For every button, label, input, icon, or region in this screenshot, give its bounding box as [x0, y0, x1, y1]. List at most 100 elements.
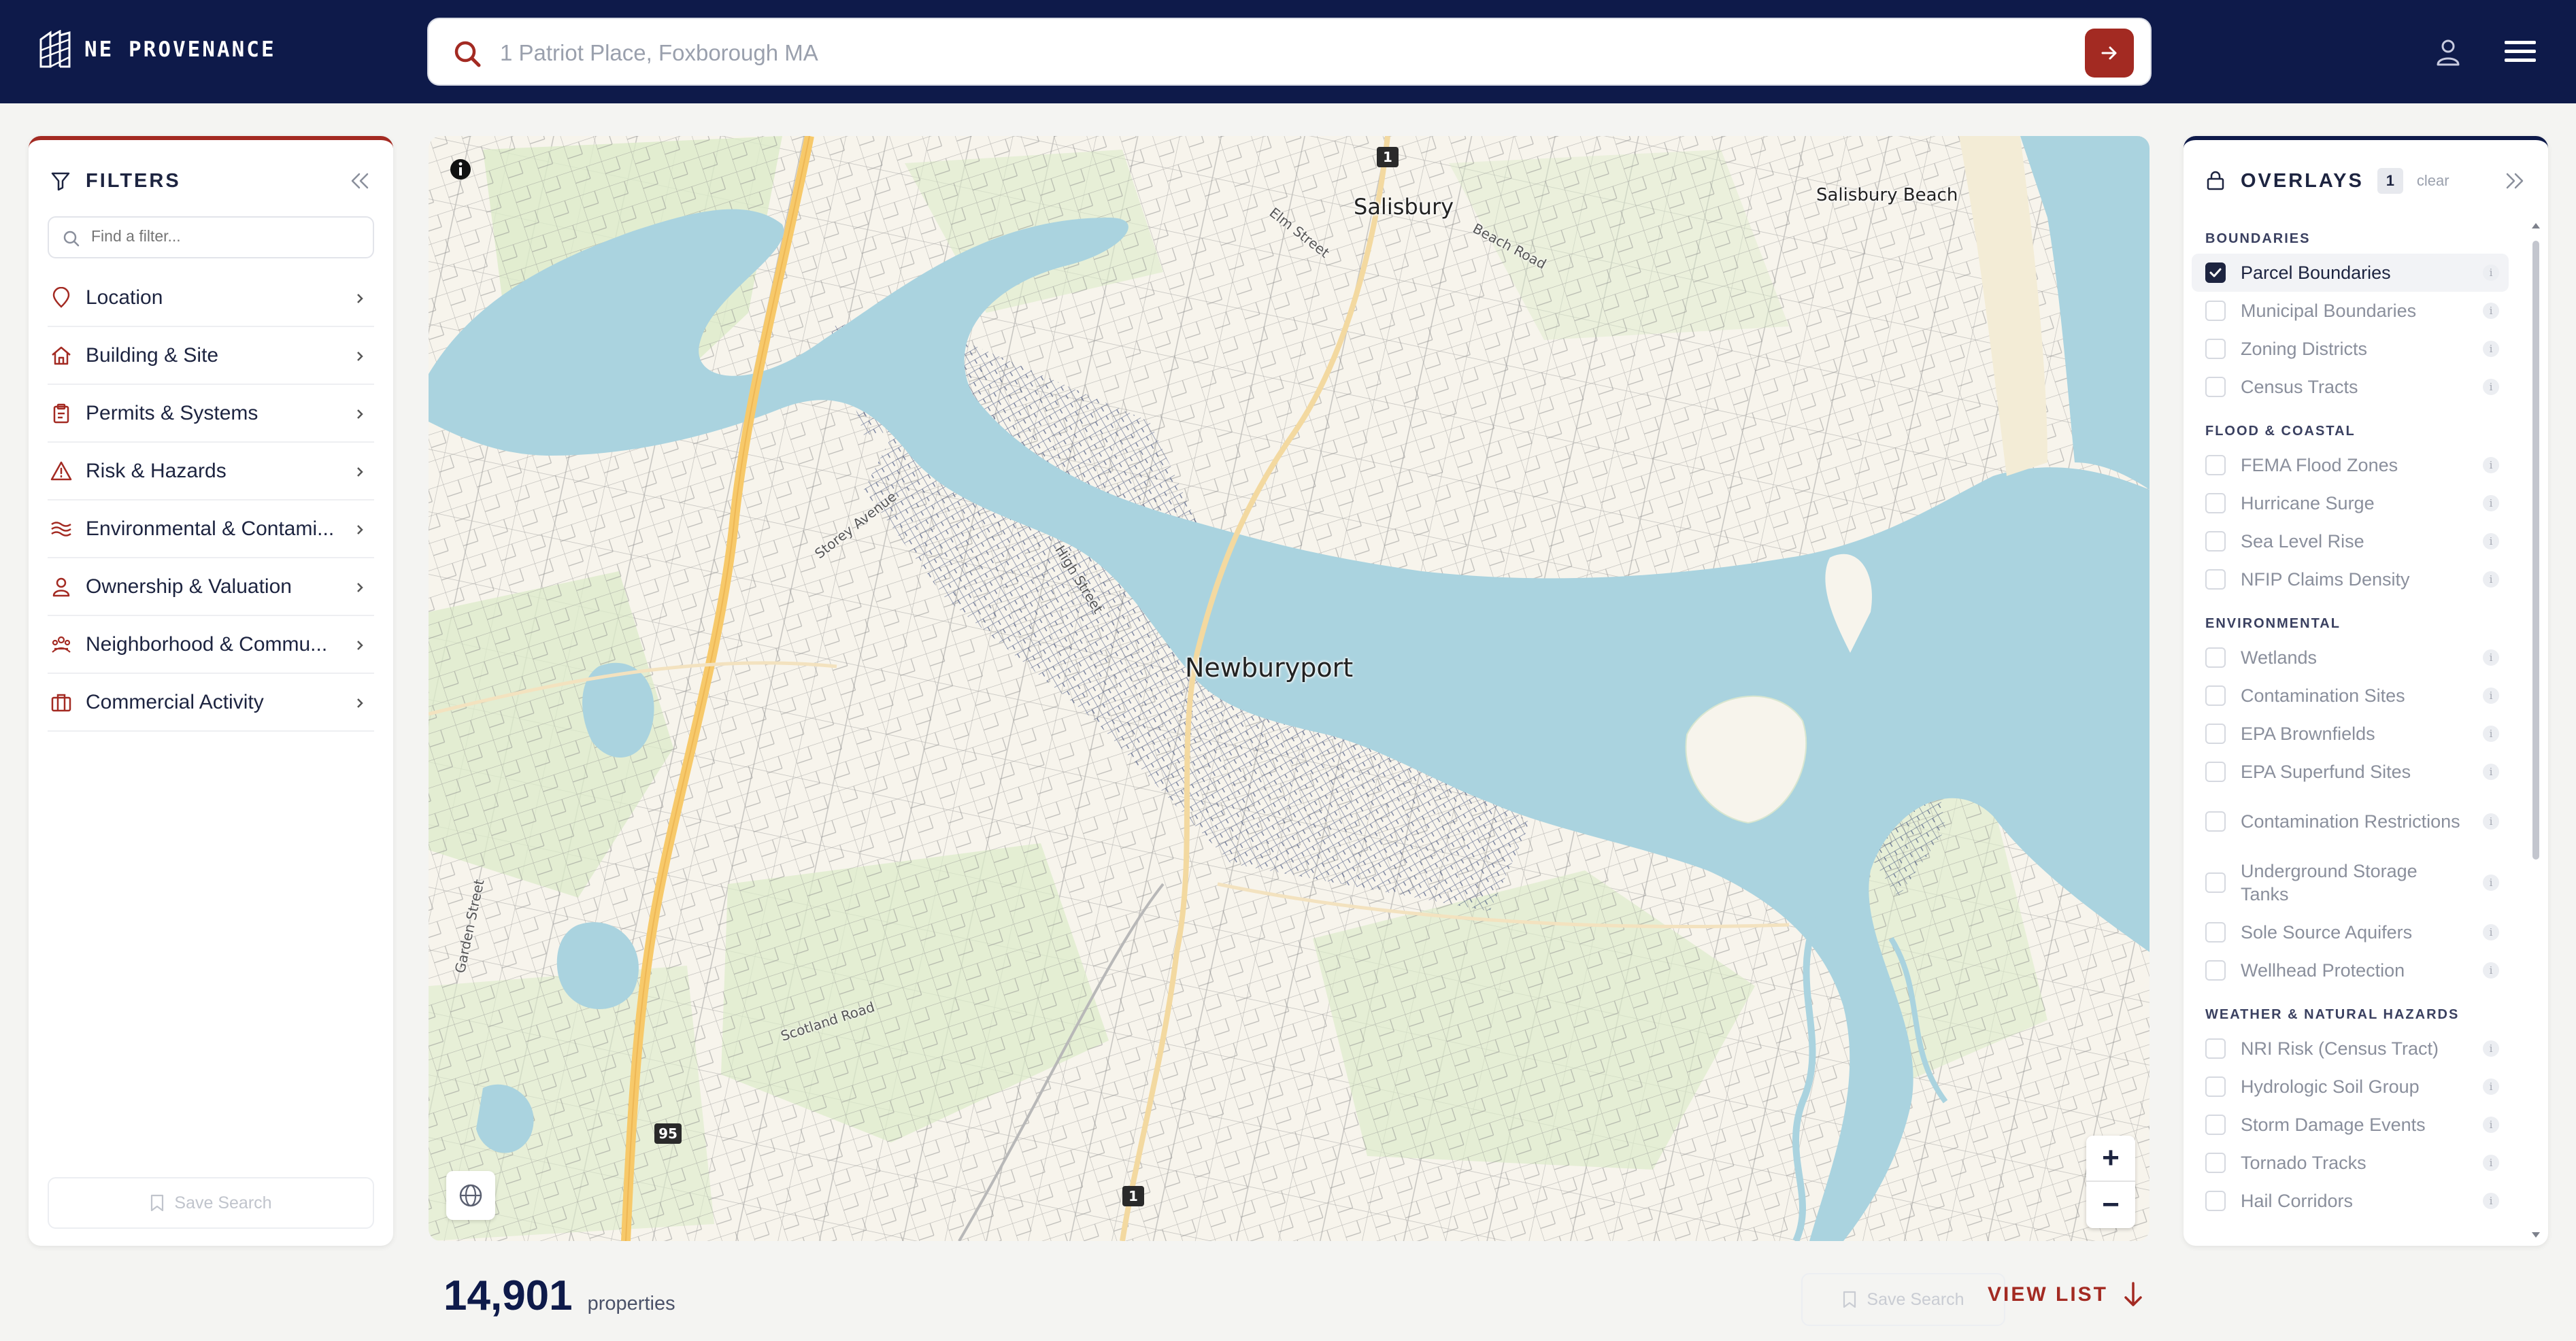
overlay-checkbox[interactable]: [2205, 1115, 2226, 1135]
overlay-toggle-underground-storage-tanks[interactable]: Underground Storage Tanks i: [2192, 852, 2509, 913]
overlay-checkbox[interactable]: [2205, 301, 2226, 321]
overlay-group-title: WEATHER & NATURAL HAZARDS: [2205, 1007, 2460, 1022]
overlay-toggle-wellhead-protection[interactable]: Wellhead Protection i: [2192, 951, 2509, 989]
scrollbar-thumb[interactable]: [2532, 241, 2539, 860]
filter-category-permits-systems[interactable]: Permits & Systems: [48, 385, 374, 443]
overlay-toggle-nri-risk[interactable]: NRI Risk (Census Tract) i: [2192, 1030, 2509, 1068]
overlay-label: Parcel Boundaries: [2241, 262, 2391, 283]
overlay-toggle-epa-superfund-sites[interactable]: EPA Superfund Sites i: [2192, 753, 2509, 791]
info-icon[interactable]: i: [2483, 495, 2499, 511]
address-search-input[interactable]: [500, 35, 2064, 71]
info-icon[interactable]: i: [2483, 726, 2499, 742]
collapse-left-icon[interactable]: [348, 170, 371, 192]
overlay-toggle-hurricane-surge[interactable]: Hurricane Surge i: [2192, 484, 2509, 522]
layers-lock-icon: [2207, 171, 2224, 190]
zoom-out-button[interactable]: −: [2086, 1182, 2135, 1228]
info-icon[interactable]: i: [2483, 688, 2499, 704]
overlay-toggle-fema-flood-zones[interactable]: FEMA Flood Zones i: [2192, 446, 2509, 484]
overlay-checkbox[interactable]: [2205, 1076, 2226, 1097]
clear-overlays-link[interactable]: clear: [2417, 172, 2449, 190]
overlay-checkbox[interactable]: [2205, 960, 2226, 981]
info-icon[interactable]: i: [2483, 457, 2499, 473]
filter-category-risk-hazards[interactable]: Risk & Hazards: [48, 443, 374, 500]
info-icon[interactable]: i: [2483, 813, 2499, 830]
save-search-button[interactable]: Save Search: [48, 1177, 374, 1229]
overlay-toggle-municipal-boundaries[interactable]: Municipal Boundaries i: [2192, 292, 2509, 330]
user-icon[interactable]: [2435, 37, 2461, 66]
overlay-checkbox[interactable]: [2205, 647, 2226, 668]
overlay-checkbox[interactable]: [2205, 455, 2226, 475]
info-icon[interactable]: i: [2483, 1117, 2499, 1133]
filter-category-environmental[interactable]: Environmental & Contami...: [48, 500, 374, 558]
overlay-toggle-hydrologic-soil-group[interactable]: Hydrologic Soil Group i: [2192, 1068, 2509, 1106]
zoom-in-button[interactable]: +: [2086, 1136, 2135, 1182]
filter-category-commercial[interactable]: Commercial Activity: [48, 674, 374, 732]
info-icon[interactable]: i: [2483, 1040, 2499, 1057]
info-icon[interactable]: i: [2483, 303, 2499, 319]
view-list-button[interactable]: VIEW LIST: [1988, 1281, 2143, 1308]
chevron-right-icon: [357, 525, 363, 534]
overlay-toggle-wetlands[interactable]: Wetlands i: [2192, 639, 2509, 677]
info-icon[interactable]: i: [2483, 533, 2499, 549]
overlay-checkbox[interactable]: [2205, 531, 2226, 551]
overlay-toggle-sea-level-rise[interactable]: Sea Level Rise i: [2192, 522, 2509, 560]
scroll-up-icon[interactable]: [2530, 220, 2541, 231]
overlay-scrollbar[interactable]: [2530, 220, 2541, 1240]
find-filter-input[interactable]: [91, 227, 350, 245]
info-icon[interactable]: i: [2483, 1193, 2499, 1209]
search-submit-button[interactable]: [2085, 29, 2134, 78]
overlay-toggle-hail-corridors[interactable]: Hail Corridors i: [2192, 1182, 2509, 1220]
overlay-checkbox[interactable]: [2205, 262, 2226, 283]
overlay-list[interactable]: BOUNDARIES Parcel Boundaries i Municipal…: [2184, 215, 2524, 1239]
info-icon[interactable]: i: [2483, 875, 2499, 891]
info-icon[interactable]: i: [2483, 1155, 2499, 1171]
overlay-checkbox[interactable]: [2205, 811, 2226, 832]
info-icon[interactable]: i: [2483, 265, 2499, 281]
overlay-checkbox[interactable]: [2205, 1038, 2226, 1059]
overlays-header: OVERLAYS 1 clear: [2205, 160, 2526, 201]
overlay-toggle-tornado-tracks[interactable]: Tornado Tracks i: [2192, 1144, 2509, 1182]
overlay-checkbox[interactable]: [2205, 569, 2226, 590]
overlay-toggle-epa-brownfields[interactable]: EPA Brownfields i: [2192, 715, 2509, 753]
basemap-toggle-button[interactable]: [446, 1171, 495, 1220]
overlay-checkbox[interactable]: [2205, 685, 2226, 706]
info-icon[interactable]: i: [2483, 962, 2499, 979]
save-search-button[interactable]: Save Search: [1801, 1273, 2005, 1326]
info-icon[interactable]: [449, 158, 472, 181]
overlay-checkbox[interactable]: [2205, 339, 2226, 359]
info-icon[interactable]: i: [2483, 341, 2499, 357]
filter-category-location[interactable]: Location: [48, 269, 374, 327]
overlay-checkbox[interactable]: [2205, 1153, 2226, 1173]
overlay-checkbox[interactable]: [2205, 493, 2226, 513]
collapse-right-icon[interactable]: [2503, 170, 2526, 192]
overlay-toggle-contamination-restrictions[interactable]: Contamination Restrictions i: [2192, 791, 2509, 852]
info-icon[interactable]: i: [2483, 764, 2499, 780]
hamburger-menu-icon[interactable]: [2503, 38, 2537, 65]
info-icon[interactable]: i: [2483, 1079, 2499, 1095]
overlay-toggle-census-tracts[interactable]: Census Tracts i: [2192, 368, 2509, 406]
overlay-toggle-nfip-claims-density[interactable]: NFIP Claims Density i: [2192, 560, 2509, 598]
overlay-checkbox[interactable]: [2205, 762, 2226, 782]
scroll-down-icon[interactable]: [2530, 1229, 2541, 1240]
overlay-toggle-sole-source-aquifers[interactable]: Sole Source Aquifers i: [2192, 913, 2509, 951]
person-icon: [52, 577, 70, 596]
filter-category-neighborhood[interactable]: Neighborhood & Commu...: [48, 616, 374, 674]
overlay-toggle-storm-damage-events[interactable]: Storm Damage Events i: [2192, 1106, 2509, 1144]
overlay-checkbox[interactable]: [2205, 724, 2226, 744]
overlay-checkbox[interactable]: [2205, 922, 2226, 943]
overlay-checkbox[interactable]: [2205, 872, 2226, 893]
overlay-toggle-parcel-boundaries[interactable]: Parcel Boundaries i: [2192, 254, 2509, 292]
filter-category-ownership-valuation[interactable]: Ownership & Valuation: [48, 558, 374, 616]
overlay-checkbox[interactable]: [2205, 377, 2226, 397]
info-icon[interactable]: i: [2483, 649, 2499, 666]
info-icon[interactable]: i: [2483, 379, 2499, 395]
brand-logo[interactable]: NE PROVENANCE: [38, 30, 276, 69]
info-icon[interactable]: i: [2483, 924, 2499, 940]
map-canvas[interactable]: Newburyport Salisbury Salisbury Beach St…: [429, 136, 2150, 1241]
filter-category-building-site[interactable]: Building & Site: [48, 327, 374, 385]
overlay-checkbox[interactable]: [2205, 1191, 2226, 1211]
map-basemap[interactable]: [429, 136, 2150, 1241]
overlay-toggle-contamination-sites[interactable]: Contamination Sites i: [2192, 677, 2509, 715]
info-icon[interactable]: i: [2483, 571, 2499, 588]
overlay-toggle-zoning-districts[interactable]: Zoning Districts i: [2192, 330, 2509, 368]
